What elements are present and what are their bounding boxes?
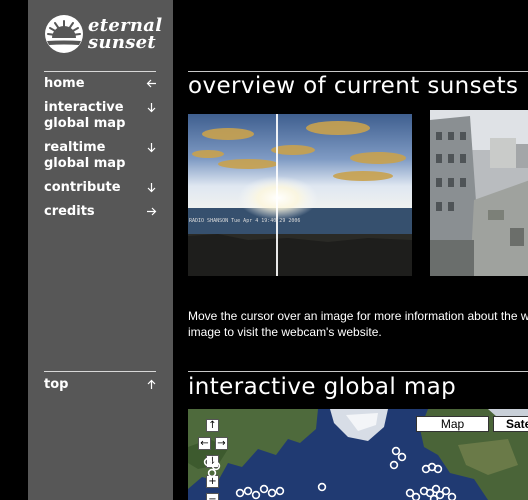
nav-item-label: top (44, 377, 69, 392)
nav-item-label: credits (44, 204, 95, 219)
arrow-down-icon (147, 103, 156, 113)
sunset-icon (45, 15, 83, 53)
nav-item-label: interactive global map (44, 100, 126, 131)
section-divider (188, 371, 528, 372)
nav-item-contribute[interactable]: contribute (44, 180, 157, 196)
pan-left-button[interactable]: ← (198, 437, 211, 450)
section-title-overview: overview of current sunsets (188, 73, 519, 99)
nav-item-label: realtime global map (44, 140, 126, 171)
nav-item-label: home (44, 76, 85, 91)
pan-down-button[interactable]: ↓ (206, 455, 219, 468)
logo-word-sunset: sunset (88, 32, 157, 53)
zoom-in-button[interactable]: + (206, 475, 219, 488)
arrow-left-icon (146, 79, 156, 88)
pan-up-button[interactable]: ↑ (206, 419, 219, 432)
instructions-line-2: image to visit the webcam's website. (188, 325, 382, 339)
logo[interactable]: eternal sunset (44, 14, 169, 54)
nav-item-interactive-global-map[interactable]: interactive global map (44, 100, 157, 132)
nav-item-home[interactable]: home (44, 76, 157, 92)
sidebar: eternal sunset home interactive global m… (28, 0, 173, 500)
webcam-image-town-square[interactable] (430, 110, 528, 276)
interactive-map[interactable]: ↑ ← → ↓ + − Map Sate (188, 409, 528, 500)
arrow-up-icon (147, 379, 156, 389)
zoom-out-button[interactable]: − (206, 493, 219, 500)
nav-item-top[interactable]: top (44, 377, 157, 393)
webcam-timestamp: RADIO SHANSON Tue Apr 4 19:40:29 2006 (189, 218, 301, 224)
map-type-satellite-button[interactable]: Sate (493, 416, 528, 432)
pan-right-button[interactable]: → (215, 437, 228, 450)
webcam-image-sunset-sea[interactable]: RADIO SHANSON Tue Apr 4 19:40:29 2006 (188, 114, 412, 276)
section-divider (188, 71, 528, 72)
arrow-down-icon (147, 183, 156, 193)
webcam-sunset-picture (188, 114, 412, 276)
nav-item-credits[interactable]: credits (44, 204, 157, 220)
nav-item-label: contribute (44, 180, 121, 195)
nav-divider (44, 371, 156, 372)
nav-divider (44, 71, 156, 72)
nav-item-realtime-global-map[interactable]: realtime global map (44, 140, 157, 172)
instructions-line-1: Move the cursor over an image for more i… (188, 309, 528, 323)
webcam-town-picture (430, 110, 528, 276)
map-type-map-button[interactable]: Map (416, 416, 489, 432)
arrow-right-icon (147, 207, 157, 216)
section-title-interactive-map: interactive global map (188, 374, 457, 400)
overview-instructions: Move the cursor over an image for more i… (188, 308, 528, 340)
arrow-down-icon (147, 143, 156, 153)
